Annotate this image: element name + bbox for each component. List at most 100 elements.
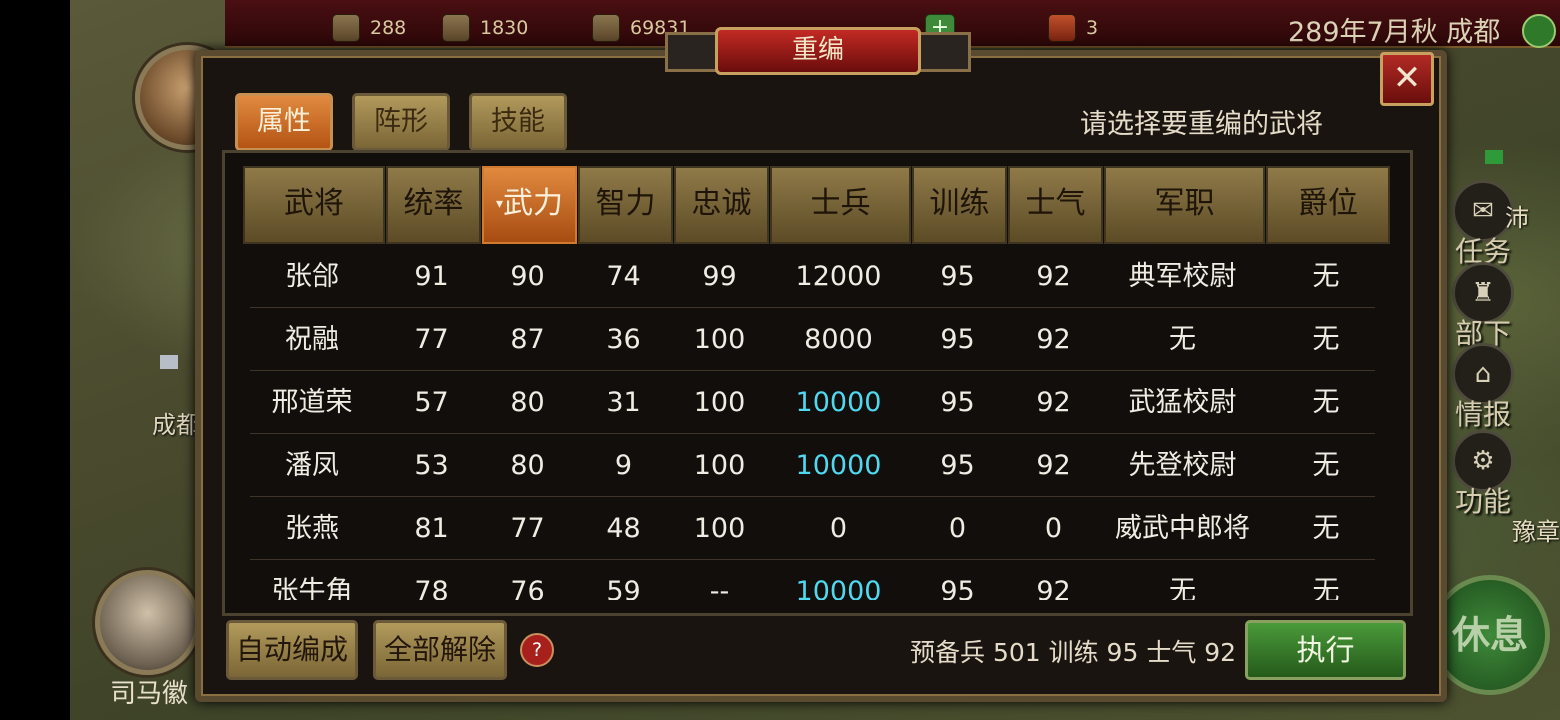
- tab-formation[interactable]: 阵形: [352, 93, 450, 151]
- cell-loyalty: 99: [702, 261, 737, 292]
- column-header-morale[interactable]: 士气: [1008, 166, 1103, 244]
- cell-training: 95: [940, 387, 975, 418]
- cell-morale: 0: [1044, 513, 1063, 544]
- cell-general: 张燕: [285, 513, 339, 544]
- cell-intellect: 36: [606, 324, 641, 355]
- cell-general: 邢道荣: [271, 387, 353, 418]
- cell-loyalty: 100: [693, 324, 746, 355]
- flag-icon: [1485, 150, 1503, 164]
- instruction-text: 请选择要重编的武将: [1080, 109, 1323, 140]
- cell-rank: 无: [1312, 261, 1340, 292]
- resource-2: 1830: [442, 14, 528, 42]
- cell-loyalty: 100: [693, 387, 746, 418]
- settings-icon[interactable]: [1522, 14, 1556, 48]
- cell-leadership: 78: [414, 576, 449, 600]
- table-body[interactable]: 张郃 91 90 74 99 12000 95 92 典军校尉 无 祝融 77 …: [0, 245, 1560, 600]
- cell-war: 87: [510, 324, 545, 355]
- resource-4: 3: [1048, 14, 1098, 42]
- cell-leadership: 57: [414, 387, 449, 418]
- table-row[interactable]: 张燕 81 77 48 100 0 0 0 威武中郎将 无: [0, 497, 1560, 560]
- column-header-training[interactable]: 训练: [912, 166, 1007, 244]
- coin-bag-icon: [332, 14, 360, 42]
- cell-rank: 无: [1312, 387, 1340, 418]
- cell-training: 95: [940, 576, 975, 600]
- cell-loyalty: 100: [693, 513, 746, 544]
- cell-leadership: 81: [414, 513, 449, 544]
- cell-troops: 10000: [795, 576, 882, 600]
- column-header-troops[interactable]: 士兵: [770, 166, 911, 244]
- cell-troops: 10000: [795, 387, 882, 418]
- cell-leadership: 77: [414, 324, 449, 355]
- resource-1: 288: [332, 14, 406, 42]
- cell-morale: 92: [1036, 450, 1071, 481]
- table-row[interactable]: 张牛角 78 76 59 -- 10000 95 92 无 无: [0, 560, 1560, 600]
- cell-post: 先登校尉: [1128, 450, 1237, 481]
- cell-morale: 92: [1036, 387, 1071, 418]
- cell-leadership: 53: [414, 450, 449, 481]
- cell-general: 张郃: [285, 261, 339, 292]
- close-button[interactable]: ✕: [1380, 52, 1434, 106]
- cell-troops: 12000: [795, 261, 882, 292]
- column-header-leadership[interactable]: 统率: [386, 166, 481, 244]
- cell-troops: 8000: [804, 324, 873, 355]
- column-header-war[interactable]: ▾武力: [482, 166, 577, 244]
- map-label-pei[interactable]: 沛: [1505, 198, 1529, 233]
- ore-icon: [442, 14, 470, 42]
- column-header-post[interactable]: 军职: [1104, 166, 1265, 244]
- cell-intellect: 9: [614, 450, 633, 481]
- table-row[interactable]: 张郃 91 90 74 99 12000 95 92 典军校尉 无: [0, 245, 1560, 308]
- column-header-general[interactable]: 武将: [243, 166, 385, 244]
- cell-war: 90: [510, 261, 545, 292]
- cell-morale: 92: [1036, 324, 1071, 355]
- cell-war: 80: [510, 387, 545, 418]
- cell-rank: 无: [1312, 513, 1340, 544]
- cell-leadership: 91: [414, 261, 449, 292]
- cell-morale: 92: [1036, 576, 1071, 600]
- reserve-status: 预备兵 501 训练 95 士气 92: [910, 638, 1237, 667]
- close-icon: ✕: [1392, 58, 1422, 98]
- grain-icon: [592, 14, 620, 42]
- cell-training: 95: [940, 324, 975, 355]
- cell-troops: 0: [829, 513, 848, 544]
- cell-rank: 无: [1312, 576, 1340, 600]
- cell-morale: 92: [1036, 261, 1071, 292]
- table-row[interactable]: 祝融 77 87 36 100 8000 95 92 无 无: [0, 308, 1560, 371]
- column-header-rank[interactable]: 爵位: [1266, 166, 1390, 244]
- cell-war: 77: [510, 513, 545, 544]
- cell-intellect: 59: [606, 576, 641, 600]
- auto-organize-button[interactable]: 自动编成: [226, 620, 358, 680]
- cell-rank: 无: [1312, 450, 1340, 481]
- execute-button[interactable]: 执行: [1245, 620, 1406, 680]
- column-header-loyalty[interactable]: 忠诚: [674, 166, 769, 244]
- table-row[interactable]: 潘凤 53 80 9 100 10000 95 92 先登校尉 无: [0, 434, 1560, 497]
- help-icon[interactable]: ?: [520, 633, 554, 667]
- tab-skills[interactable]: 技能: [469, 93, 567, 151]
- cell-loyalty: 100: [693, 450, 746, 481]
- cell-training: 0: [948, 513, 967, 544]
- cell-loyalty: --: [709, 576, 730, 600]
- cell-intellect: 31: [606, 387, 641, 418]
- cell-intellect: 48: [606, 513, 641, 544]
- cell-general: 潘凤: [285, 450, 339, 481]
- date-city: 289年7月秋 成都: [1288, 17, 1501, 48]
- cell-general: 张牛角: [271, 576, 353, 600]
- cell-war: 80: [510, 450, 545, 481]
- cell-post: 无: [1169, 576, 1196, 600]
- cell-training: 95: [940, 261, 975, 292]
- tab-attributes[interactable]: 属性: [235, 93, 333, 151]
- dialog-title: 重编: [715, 27, 921, 75]
- cell-rank: 无: [1312, 324, 1340, 355]
- cell-war: 76: [510, 576, 545, 600]
- cell-intellect: 74: [606, 261, 641, 292]
- cell-troops: 10000: [795, 450, 882, 481]
- column-header-intellect[interactable]: 智力: [578, 166, 673, 244]
- cell-general: 祝融: [285, 324, 339, 355]
- cell-training: 95: [940, 450, 975, 481]
- token-icon: [1048, 14, 1076, 42]
- cell-post: 威武中郎将: [1115, 513, 1250, 544]
- table-row[interactable]: 邢道荣 57 80 31 100 10000 95 92 武猛校尉 无: [0, 371, 1560, 434]
- advisor-name: 司马徽: [110, 679, 189, 709]
- cell-post: 典军校尉: [1128, 261, 1237, 292]
- cell-post: 无: [1169, 324, 1196, 355]
- release-all-button[interactable]: 全部解除: [373, 620, 507, 680]
